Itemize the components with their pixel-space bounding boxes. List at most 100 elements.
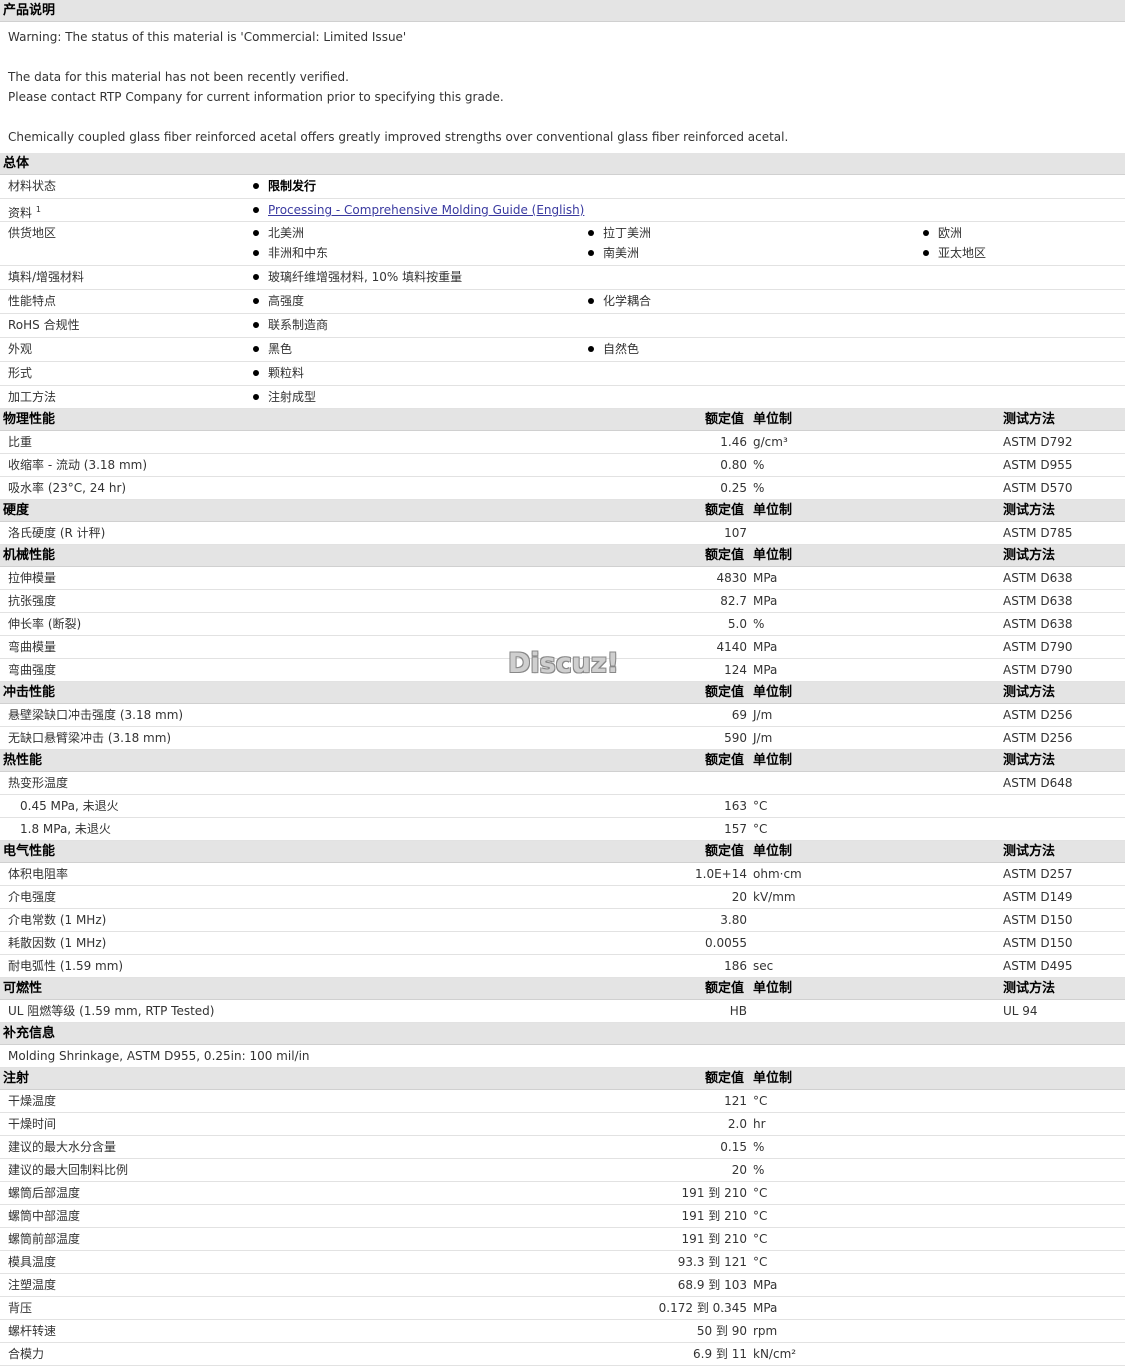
property-label: 体积电阻率 bbox=[8, 867, 69, 881]
general-row: 供货地区 北美洲 拉丁美洲 欧洲 非洲和中东 南美洲 亚太地区 bbox=[0, 222, 1125, 266]
test-method: ASTM D785 bbox=[1003, 526, 1073, 540]
test-method: ASTM D150 bbox=[1003, 913, 1073, 927]
property-row: 伸长率 (断裂) 5.0% ASTM D638 bbox=[0, 613, 1125, 636]
property-label: UL 阻燃等级 (1.59 mm, RTP Tested) bbox=[8, 1004, 215, 1018]
general-label: 加工方法 bbox=[8, 386, 56, 408]
document-link[interactable]: Processing - Comprehensive Molding Guide… bbox=[268, 203, 584, 217]
property-value: 163 bbox=[724, 799, 747, 813]
general-label-text: RoHS 合规性 bbox=[8, 318, 80, 332]
general-item[interactable]: Processing - Comprehensive Molding Guide… bbox=[253, 199, 584, 221]
method-header: 测试方法 bbox=[1003, 548, 1056, 563]
property-row: UL 阻燃等级 (1.59 mm, RTP Tested) HB UL 94 bbox=[0, 1000, 1125, 1023]
unit-header: 单位制 bbox=[753, 753, 793, 768]
property-value: 590 bbox=[724, 731, 747, 745]
property-unit: % bbox=[753, 617, 765, 631]
supplement-row: Molding Shrinkage, ASTM D955, 0.25in: 10… bbox=[0, 1045, 1125, 1068]
general-row: 形式 颗粒料 bbox=[0, 362, 1125, 386]
property-label: 合模力 bbox=[8, 1347, 45, 1361]
property-unit: rpm bbox=[753, 1324, 778, 1338]
nominal-header: 额定值 bbox=[705, 844, 745, 859]
property-label: 螺筒中部温度 bbox=[8, 1209, 81, 1223]
property-unit: ohm·cm bbox=[753, 867, 802, 881]
property-row: 注塑温度 68.9 到 103 MPa bbox=[0, 1274, 1125, 1297]
property-value: 0.25 bbox=[720, 481, 747, 495]
general-label-text: 材料状态 bbox=[8, 179, 57, 193]
section-header: 可燃性 额定值 单位制 测试方法 bbox=[0, 978, 1125, 1000]
test-method: ASTM D149 bbox=[1003, 890, 1073, 904]
general-item: 高强度 bbox=[253, 290, 304, 312]
description-text: Warning: The status of this material is … bbox=[0, 22, 1125, 153]
discuz-watermark: Discuz! bbox=[508, 648, 619, 679]
property-value: 68.9 到 103 bbox=[677, 1278, 747, 1292]
nominal-header: 额定值 bbox=[705, 981, 745, 996]
test-method: ASTM D570 bbox=[1003, 481, 1073, 495]
footnote-marker: 1 bbox=[35, 205, 41, 214]
general-item: 玻璃纤维增强材料, 10% 填料按重量 bbox=[253, 266, 462, 288]
general-item-text: 限制发行 bbox=[268, 179, 317, 193]
method-header: 测试方法 bbox=[1003, 412, 1056, 427]
bullet-icon bbox=[253, 298, 259, 304]
nominal-header: 额定值 bbox=[705, 548, 745, 563]
unit-header: 单位制 bbox=[753, 412, 793, 427]
property-row: 建议的最大水分含量 0.15% bbox=[0, 1136, 1125, 1159]
property-unit: J/m bbox=[753, 731, 773, 745]
property-unit: % bbox=[753, 1140, 765, 1154]
test-method: UL 94 bbox=[1003, 1004, 1038, 1018]
property-label: 建议的最大回制料比例 bbox=[8, 1163, 129, 1177]
property-row: 拉伸模量 4830 MPa ASTM D638 bbox=[0, 567, 1125, 590]
property-unit: sec bbox=[753, 959, 774, 973]
general-item: 非洲和中东 bbox=[253, 242, 328, 264]
property-row: 体积电阻率 1.0E+14 ohm·cm ASTM D257 bbox=[0, 863, 1125, 886]
test-method: ASTM D955 bbox=[1003, 458, 1073, 472]
general-label-text: 外观 bbox=[8, 342, 33, 356]
property-label: 抗张强度 bbox=[8, 594, 57, 608]
property-label: 螺筒后部温度 bbox=[8, 1186, 81, 1200]
section-title: 机械性能 bbox=[3, 548, 56, 563]
property-label: 注塑温度 bbox=[8, 1278, 57, 1292]
property-label: 模具温度 bbox=[8, 1255, 57, 1269]
property-unit: MPa bbox=[753, 640, 778, 654]
bullet-icon bbox=[588, 230, 594, 236]
property-row: 合模力 6.9 到 11 kN/cm² bbox=[0, 1343, 1125, 1366]
section-title: 注射 bbox=[3, 1071, 30, 1086]
property-unit: °C bbox=[753, 1232, 768, 1246]
general-item: 北美洲 bbox=[253, 222, 304, 244]
property-value: 124 bbox=[724, 663, 747, 677]
nominal-header: 额定值 bbox=[705, 503, 745, 518]
property-row: 干燥时间 2.0 hr bbox=[0, 1113, 1125, 1136]
bullet-icon bbox=[253, 274, 259, 280]
general-item: 欧洲 bbox=[923, 222, 962, 244]
test-method: ASTM D790 bbox=[1003, 663, 1073, 677]
section-header: 机械性能 额定值 单位制 测试方法 bbox=[0, 545, 1125, 567]
property-value: 1.0E+14 bbox=[695, 867, 747, 881]
bullet-icon bbox=[253, 346, 259, 352]
property-label: 伸长率 (断裂) bbox=[8, 617, 82, 631]
general-label: 材料状态 bbox=[8, 175, 56, 197]
property-value: 0.172 到 0.345 bbox=[658, 1301, 747, 1315]
property-unit: J/m bbox=[753, 708, 773, 722]
property-label: 干燥时间 bbox=[8, 1117, 57, 1131]
property-row: 0.45 MPa, 未退火 163 °C bbox=[0, 795, 1125, 818]
test-method: ASTM D495 bbox=[1003, 959, 1073, 973]
general-item-text: 欧洲 bbox=[938, 226, 963, 240]
property-row: 比重 1.46 g/cm³ ASTM D792 bbox=[0, 431, 1125, 454]
general-item-text: 玻璃纤维增强材料, 10% 填料按重量 bbox=[268, 270, 463, 284]
general-label: RoHS 合规性 bbox=[8, 314, 80, 336]
property-value: 3.80 bbox=[720, 913, 747, 927]
test-method: ASTM D792 bbox=[1003, 435, 1073, 449]
property-value: 121 bbox=[724, 1094, 747, 1108]
property-row: 模具温度 93.3 到 121 °C bbox=[0, 1251, 1125, 1274]
section-header: 冲击性能 额定值 单位制 测试方法 bbox=[0, 682, 1125, 704]
nominal-header: 额定值 bbox=[705, 1071, 745, 1086]
property-row: 1.8 MPa, 未退火 157 °C bbox=[0, 818, 1125, 841]
property-unit: % bbox=[753, 458, 765, 472]
general-item-text: 注射成型 bbox=[268, 390, 317, 404]
section-title: 可燃性 bbox=[3, 981, 43, 996]
description-line: The data for this material has not been … bbox=[8, 70, 349, 84]
method-header: 测试方法 bbox=[1003, 753, 1056, 768]
test-method: ASTM D638 bbox=[1003, 571, 1073, 585]
bullet-icon bbox=[253, 322, 259, 328]
description-line: Please contact RTP Company for current i… bbox=[8, 90, 504, 104]
property-unit: kV/mm bbox=[753, 890, 796, 904]
